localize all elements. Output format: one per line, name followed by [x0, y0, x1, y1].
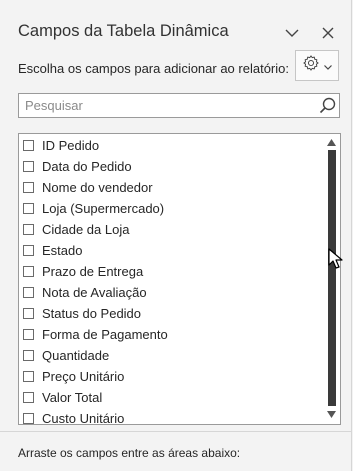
pane-title: Campos da Tabela Dinâmica [18, 22, 229, 40]
field-label: Data do Pedido [42, 159, 132, 174]
field-item[interactable]: Nota de Avaliação [23, 282, 147, 303]
chevron-down-icon[interactable] [283, 24, 301, 42]
field-item[interactable]: Estado [23, 240, 82, 261]
search-icon[interactable] [315, 94, 339, 117]
field-checkbox[interactable] [23, 224, 34, 235]
field-label: Estado [42, 243, 83, 258]
field-item[interactable]: Cidade da Loja [23, 219, 129, 240]
field-checkbox[interactable] [23, 413, 34, 424]
field-item[interactable]: Loja (Supermercado) [23, 198, 164, 219]
field-checkbox[interactable] [23, 203, 34, 214]
field-label: Nota de Avaliação [42, 285, 147, 300]
mouse-pointer-icon [328, 248, 344, 275]
field-item[interactable]: Prazo de Entrega [23, 261, 143, 282]
field-checkbox[interactable] [23, 266, 34, 277]
scroll-up-arrow-icon[interactable] [327, 138, 336, 147]
field-item[interactable]: Data do Pedido [23, 156, 132, 177]
pivot-fields-pane: Campos da Tabela Dinâmica Escolha os cam… [0, 0, 352, 471]
field-checkbox[interactable] [23, 140, 34, 151]
search-box [18, 93, 340, 118]
field-label: Nome do vendedor [42, 180, 153, 195]
field-label: Valor Total [42, 390, 103, 405]
field-label: Prazo de Entrega [42, 264, 144, 279]
field-checkbox[interactable] [23, 392, 34, 403]
field-item[interactable]: Forma de Pagamento [23, 324, 168, 345]
field-label: Forma de Pagamento [42, 327, 168, 342]
field-item[interactable]: Custo Unitário [23, 408, 125, 425]
field-label: Cidade da Loja [42, 222, 130, 237]
field-checkbox[interactable] [23, 182, 34, 193]
field-item[interactable]: Quantidade [23, 345, 109, 366]
field-label: Status do Pedido [42, 306, 142, 321]
gear-icon [302, 54, 320, 77]
field-label: ID Pedido [42, 138, 100, 153]
pane-subtitle: Escolha os campos para adicionar ao rela… [18, 61, 289, 76]
field-item[interactable]: Nome do vendedor [23, 177, 153, 198]
field-label: Preço Unitário [42, 369, 125, 384]
field-item[interactable]: Preço Unitário [23, 366, 124, 387]
pane-header-icons [283, 24, 337, 42]
field-checkbox[interactable] [23, 161, 34, 172]
caret-down-icon [324, 57, 332, 75]
close-icon[interactable] [319, 24, 337, 42]
areas-instruction: Arraste os campos entre as áreas abaixo: [18, 446, 241, 460]
field-checkbox[interactable] [23, 308, 34, 319]
field-label: Quantidade [42, 348, 110, 363]
field-item[interactable]: ID Pedido [23, 135, 99, 156]
scroll-down-arrow-icon[interactable] [327, 410, 336, 419]
divider [0, 431, 351, 432]
scrollbar-thumb[interactable] [328, 150, 336, 406]
field-checkbox[interactable] [23, 371, 34, 382]
field-item[interactable]: Status do Pedido [23, 303, 141, 324]
field-settings-button[interactable] [295, 50, 339, 81]
vertical-scrollbar[interactable] [323, 134, 340, 424]
field-list: ID Pedido Data do Pedido Nome do vendedo… [18, 133, 341, 425]
field-label: Loja (Supermercado) [42, 201, 165, 216]
field-checkbox[interactable] [23, 350, 34, 361]
field-checkbox[interactable] [23, 329, 34, 340]
field-label: Custo Unitário [42, 411, 125, 425]
search-input[interactable] [19, 94, 315, 117]
field-checkbox[interactable] [23, 245, 34, 256]
field-item[interactable]: Valor Total [23, 387, 102, 408]
field-checkbox[interactable] [23, 287, 34, 298]
